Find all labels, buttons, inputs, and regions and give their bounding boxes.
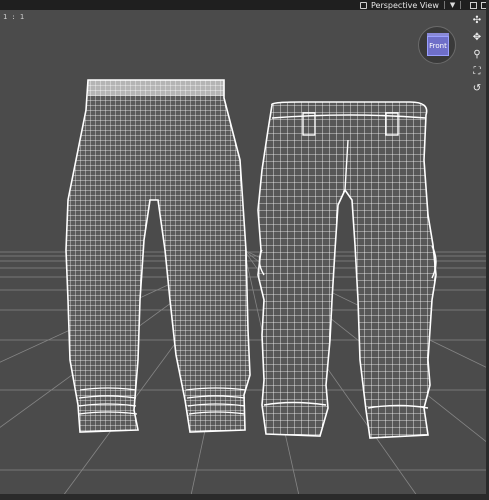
- rotate-icon[interactable]: ✣: [471, 15, 483, 27]
- pan-icon[interactable]: ✥: [471, 32, 483, 44]
- left-pants-mesh: [65, 79, 251, 433]
- layout-icon[interactable]: [470, 1, 478, 9]
- aspect-ratio-label: 1 : 1: [3, 13, 25, 21]
- reset-view-icon[interactable]: ↺: [471, 83, 483, 95]
- camera-icon: [360, 1, 367, 9]
- 3d-viewport[interactable]: Perspective View ▼ 1 : 1 Front ✣ ✥ ⚲ ⛶ ↺: [0, 0, 489, 500]
- dropdown-arrow-icon[interactable]: ▼: [450, 1, 455, 9]
- camera-label: Perspective View: [371, 0, 439, 10]
- viewport-border-bottom: [0, 494, 489, 500]
- viewport-scene: [0, 79, 489, 500]
- divider: [460, 1, 462, 9]
- viewport-tools: ✣ ✥ ⚲ ⛶ ↺: [470, 15, 484, 100]
- nav-cube-front-face[interactable]: Front: [427, 36, 449, 56]
- right-pants-mesh: [257, 101, 437, 439]
- frame-icon[interactable]: ⛶: [471, 66, 483, 78]
- divider: [443, 1, 445, 9]
- zoom-icon[interactable]: ⚲: [471, 49, 483, 61]
- camera-menu[interactable]: Perspective View ▼: [360, 0, 489, 10]
- navigation-cube[interactable]: Front: [418, 26, 456, 64]
